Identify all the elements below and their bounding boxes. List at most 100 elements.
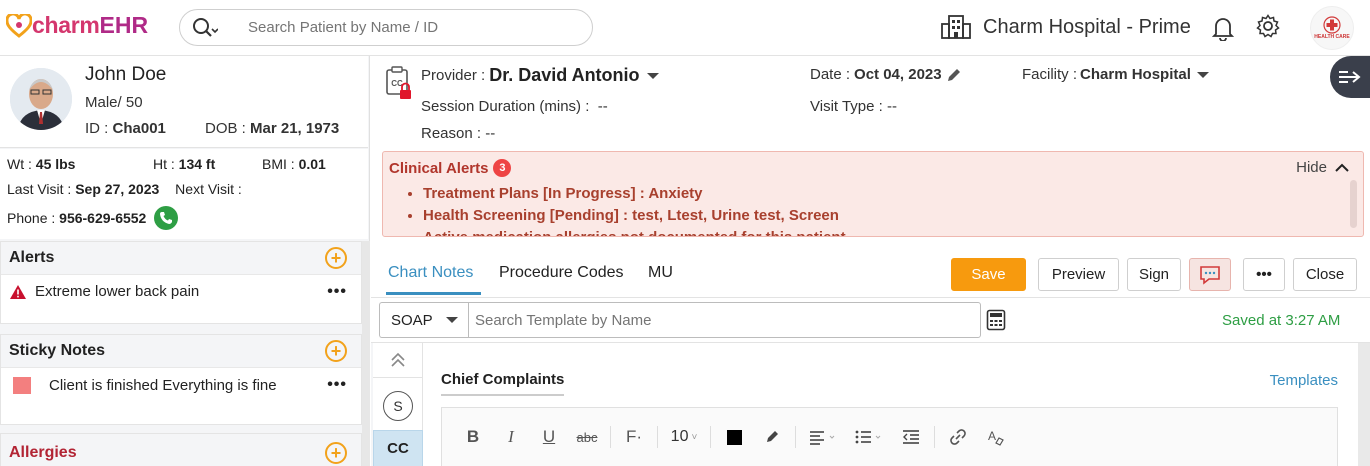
rich-text-toolbar: B I U abc F· 10 ˅ A — [441, 407, 1338, 466]
bold-icon[interactable]: B — [454, 424, 492, 450]
sign-button[interactable]: Sign — [1127, 258, 1181, 291]
comments-button[interactable] — [1189, 258, 1231, 291]
patient-sidebar: John Doe Male/ 50 ID : Cha001 DOB : Mar … — [0, 56, 370, 466]
align-icon[interactable] — [800, 424, 846, 450]
phone: Phone : 956-629-6552 — [7, 210, 147, 226]
save-button[interactable]: Save — [951, 258, 1026, 291]
sticky-notes-section: Sticky Notes + Client is finished Everyt… — [0, 334, 362, 425]
heart-logo-icon — [6, 13, 32, 38]
alerts-count-badge: 3 — [493, 159, 512, 177]
organization-avatar[interactable]: HEALTH CARE — [1310, 6, 1354, 50]
chevron-up-icon — [1335, 163, 1349, 172]
tab-mu[interactable]: MU — [648, 264, 673, 282]
italic-icon[interactable]: I — [492, 424, 530, 450]
collapse-panel-button[interactable] — [1330, 56, 1370, 98]
search-icon[interactable] — [192, 17, 218, 39]
chevron-down-icon — [1196, 71, 1209, 78]
patient-search-input[interactable] — [248, 19, 548, 36]
logo-charm-text: charm — [32, 12, 100, 38]
clear-format-icon[interactable]: A — [977, 424, 1015, 450]
note-type-value: SOAP — [391, 311, 433, 329]
last-visit: Last Visit : Sep 27, 2023 — [7, 181, 160, 197]
clinical-alert-item[interactable]: Active medication allergies not document… — [423, 229, 846, 236]
highlight-icon[interactable] — [753, 424, 791, 450]
note-type-select[interactable]: SOAP — [379, 302, 468, 338]
hospital-name: Charm Hospital - Prime — [983, 15, 1191, 38]
template-search[interactable] — [468, 302, 981, 338]
toolbar-separator — [610, 426, 611, 448]
font-family-icon[interactable]: F· — [615, 424, 653, 450]
patient-photo — [10, 68, 72, 130]
sticky-notes-title: Sticky Notes — [9, 342, 106, 359]
weight: Wt : 45 lbs — [7, 156, 76, 172]
org-logo-text: HEALTH CARE — [1314, 34, 1350, 40]
font-size-select[interactable]: 10 ˅ — [662, 424, 706, 450]
alert-more-button[interactable]: ••• — [327, 283, 347, 301]
warning-icon — [10, 285, 26, 299]
sticky-more-button[interactable]: ••• — [327, 376, 347, 394]
add-sticky-note-button[interactable]: + — [325, 340, 347, 362]
logo-ehr-text: EHR — [99, 12, 149, 38]
underline-icon[interactable]: U — [530, 424, 568, 450]
svg-text:A: A — [988, 429, 996, 443]
menu-arrow-icon — [1339, 71, 1361, 83]
templates-link[interactable]: Templates — [1270, 372, 1338, 389]
strikethrough-icon[interactable]: abc — [568, 424, 606, 450]
locked-document-icon[interactable]: CC — [385, 66, 413, 102]
scroll-up-button[interactable] — [373, 343, 423, 378]
clinical-alerts-label: Clinical Alerts — [389, 159, 489, 177]
note-editor-area: S CC Chief Complaints Templates B I U ab… — [371, 342, 1370, 466]
hide-alerts-button[interactable]: Hide — [1296, 159, 1349, 176]
provider-selector[interactable]: Provider : Dr. David Antonio — [421, 65, 659, 86]
clinical-alert-item[interactable]: Health Screening [Pending] : test, Ltest… — [423, 207, 846, 224]
pencil-icon[interactable] — [946, 67, 962, 83]
height: Ht : 134 ft — [153, 156, 216, 172]
patient-sex-age: Male/ 50 — [85, 94, 143, 111]
calculator-icon[interactable] — [986, 309, 1006, 331]
patient-card: John Doe Male/ 50 ID : Cha001 DOB : Mar … — [0, 56, 368, 148]
encounter-date[interactable]: Date : Oct 04, 2023 — [810, 66, 962, 83]
chevron-down-icon — [646, 72, 659, 79]
toolbar-separator — [710, 426, 711, 448]
date-value: Oct 04, 2023 — [854, 66, 942, 83]
call-button[interactable] — [154, 206, 179, 230]
section-nav-subjective[interactable]: S — [383, 391, 413, 421]
template-search-input[interactable] — [475, 311, 955, 329]
gear-icon[interactable] — [1256, 14, 1280, 38]
patient-name: John Doe — [85, 64, 167, 85]
patient-avatar-image — [10, 68, 72, 130]
hospital-selector[interactable]: Charm Hospital - Prime — [941, 14, 1191, 40]
outdent-icon[interactable] — [892, 424, 930, 450]
visits-row: Last Visit : Sep 27, 2023 Next Visit : — [7, 181, 242, 197]
facility-selector[interactable]: Facility : Charm Hospital — [1022, 66, 1209, 83]
editor-scrollbar[interactable] — [1358, 343, 1370, 466]
more-actions-button[interactable]: ••• — [1243, 258, 1285, 291]
clinical-alerts-list: Treatment Plans [In Progress] : Anxiety … — [423, 185, 846, 236]
clinical-alert-item[interactable]: Treatment Plans [In Progress] : Anxiety — [423, 185, 846, 202]
tab-procedure-codes[interactable]: Procedure Codes — [499, 264, 624, 282]
bmi: BMI : 0.01 — [262, 156, 326, 172]
health-cross-icon — [1323, 16, 1341, 34]
top-bar: charmEHR Charm Hospital - Prime — [0, 0, 1370, 56]
sidebar-scrollbar[interactable] — [362, 241, 370, 466]
section-nav-chief-complaints[interactable]: CC — [373, 430, 423, 466]
alerts-header: Alerts + — [1, 242, 361, 275]
clinical-alerts-panel: Clinical Alerts 3 Hide Treatment Plans [… — [382, 151, 1364, 237]
bullet-list-icon[interactable] — [846, 424, 892, 450]
text-color-icon[interactable] — [715, 424, 753, 450]
close-button[interactable]: Close — [1293, 258, 1357, 291]
preview-button[interactable]: Preview — [1038, 258, 1119, 291]
charm-ehr-logo[interactable]: charm EHR — [6, 12, 148, 39]
patient-search[interactable] — [179, 9, 593, 46]
toolbar-separator — [657, 426, 658, 448]
link-icon[interactable] — [939, 424, 977, 450]
sticky-note-item[interactable]: Client is finished Everything is fine ••… — [1, 368, 361, 424]
tab-chart-notes[interactable]: Chart Notes — [388, 264, 473, 282]
chief-complaints-card: Chief Complaints Templates B I U abc F· … — [423, 343, 1358, 466]
alerts-scrollbar[interactable] — [1350, 180, 1357, 228]
add-alert-button[interactable]: + — [325, 247, 347, 269]
add-allergy-button[interactable]: + — [325, 441, 347, 464]
alert-item[interactable]: Extreme lower back pain ••• — [1, 275, 361, 323]
bell-icon[interactable] — [1212, 15, 1234, 41]
vitals-row: Wt : 45 lbs Ht : 134 ft BMI : 0.01 — [7, 156, 367, 172]
